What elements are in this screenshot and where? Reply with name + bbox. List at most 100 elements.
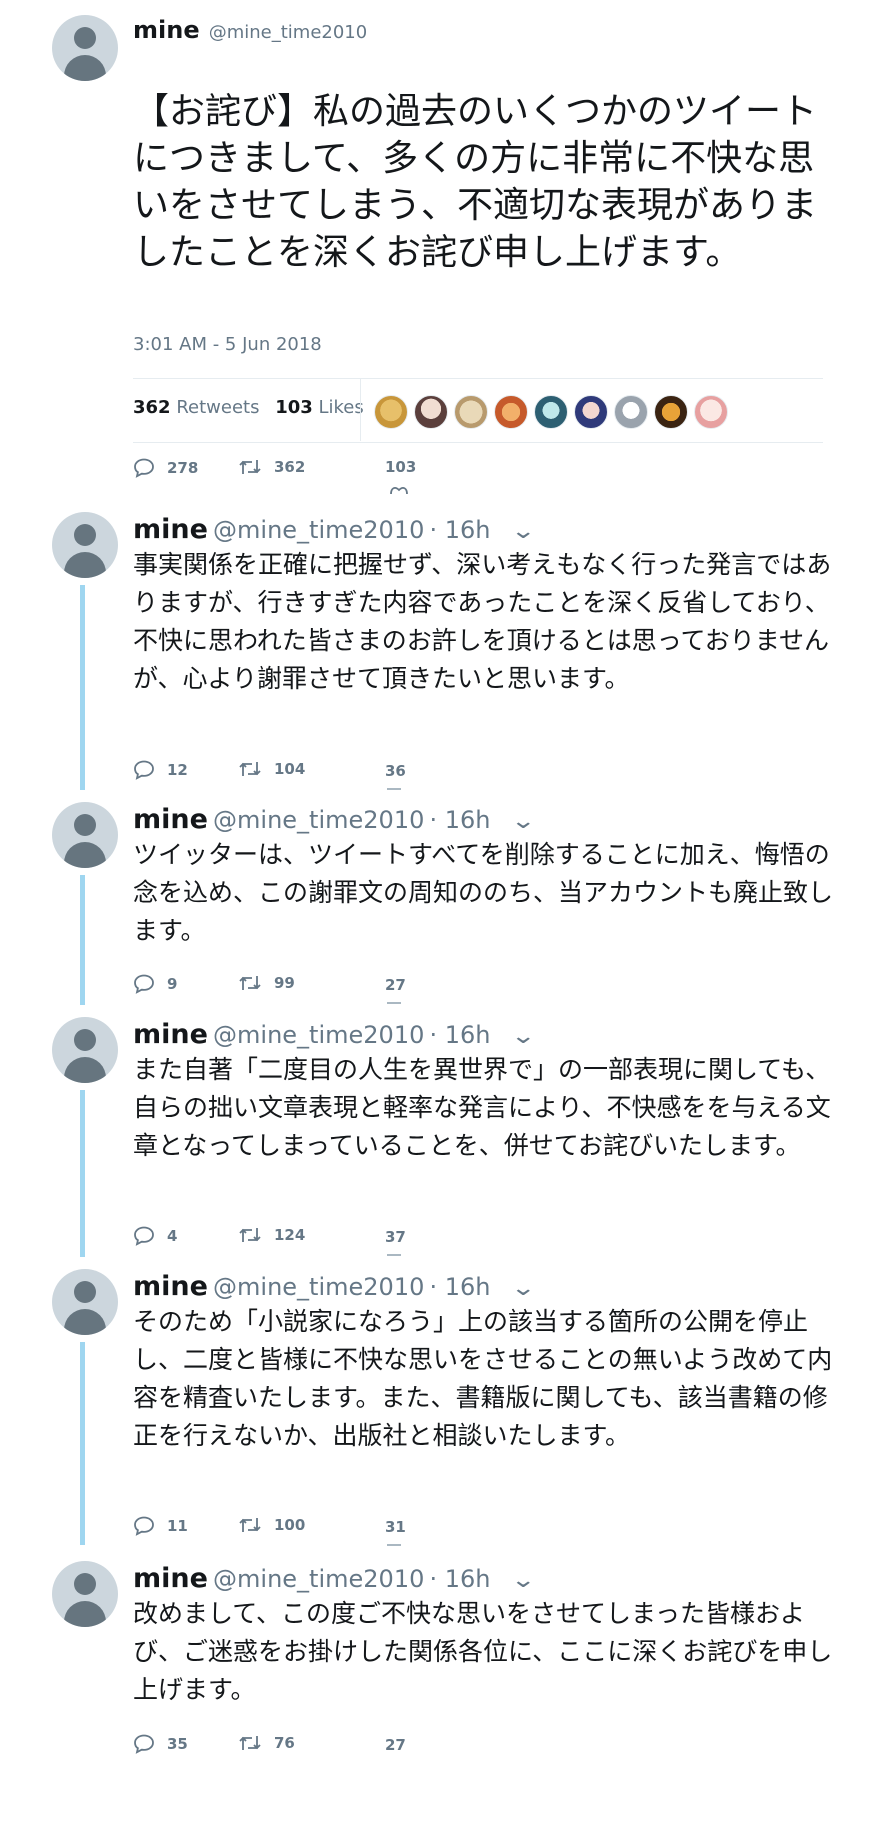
reply-icon <box>134 1734 154 1754</box>
retweet-count: 124 <box>274 1226 306 1244</box>
avatar-body <box>64 842 106 868</box>
avatar[interactable] <box>52 1017 118 1083</box>
reply-button[interactable]: 4 <box>133 1226 177 1246</box>
avatar[interactable] <box>52 1269 118 1335</box>
reply-count: 4 <box>167 1227 178 1245</box>
like-count[interactable]: 27 <box>385 976 406 994</box>
retweet-icon <box>239 976 261 990</box>
tweet-text: 事実関係を正確に把握せず、深い考えもなく行った発言ではありますが、行きすぎた内容… <box>133 550 832 693</box>
avatar[interactable] <box>52 512 118 578</box>
retweet-button[interactable]: 104 <box>238 760 305 778</box>
avatar[interactable] <box>52 802 118 868</box>
liker-avatar[interactable] <box>574 395 608 429</box>
tweet-stats: 362 Retweets 103 Likes <box>133 397 364 418</box>
tweet-header: mine @mine_time2010 · 16h ⌄ <box>133 804 536 835</box>
reply-button[interactable]: 12 <box>133 760 188 780</box>
liker-avatar[interactable] <box>534 395 568 429</box>
thread-line <box>80 585 85 790</box>
chevron-down-icon[interactable]: ⌄ <box>510 809 536 834</box>
user-handle[interactable]: @mine_time2010 <box>213 516 424 544</box>
retweets-stat[interactable]: 362 Retweets <box>133 397 265 418</box>
reply-icon <box>134 1226 154 1246</box>
display-name[interactable]: mine <box>133 1271 208 1302</box>
avatar-body <box>64 552 106 578</box>
retweet-count: 104 <box>274 760 306 778</box>
likes-stat[interactable]: 103 Likes <box>275 397 364 418</box>
liker-avatar[interactable] <box>654 395 688 429</box>
tweet-timestamp[interactable]: 3:01 AM - 5 Jun 2018 <box>133 334 322 355</box>
heart-icon[interactable] <box>387 788 401 793</box>
chevron-down-icon[interactable]: ⌄ <box>510 519 536 544</box>
retweet-count: 76 <box>274 1734 295 1752</box>
chevron-down-icon[interactable]: ⌄ <box>510 1276 536 1301</box>
reply-button[interactable]: 35 <box>133 1734 188 1754</box>
retweet-icon <box>239 762 261 776</box>
avatar[interactable] <box>52 1561 118 1627</box>
user-handle[interactable]: @mine_time2010 <box>213 806 424 834</box>
avatar[interactable] <box>52 15 118 81</box>
retweet-icon <box>239 460 261 474</box>
like-count[interactable]: 31 <box>385 1518 406 1536</box>
like-count[interactable]: 27 <box>385 1736 406 1754</box>
avatar-head <box>74 27 96 49</box>
tweet-time[interactable]: · 16h <box>429 516 490 544</box>
thread-line <box>80 1090 85 1257</box>
reply-button[interactable]: 278 <box>133 458 198 478</box>
like-count[interactable]: 37 <box>385 1228 406 1246</box>
likes-stat-label: Likes <box>318 397 364 418</box>
like-count[interactable]: 36 <box>385 762 406 780</box>
heart-icon[interactable] <box>387 1254 401 1259</box>
reply-count: 11 <box>167 1517 188 1535</box>
user-handle[interactable]: @mine_time2010 <box>213 1021 424 1049</box>
display-name[interactable]: mine <box>133 16 200 44</box>
retweet-button[interactable]: 362 <box>238 458 305 476</box>
liker-avatar[interactable] <box>494 395 528 429</box>
display-name[interactable]: mine <box>133 514 208 545</box>
display-name[interactable]: mine <box>133 1563 208 1594</box>
tweet-time[interactable]: · 16h <box>429 1021 490 1049</box>
retweet-icon <box>239 1518 261 1532</box>
tweet-time[interactable]: · 16h <box>429 1273 490 1301</box>
chevron-down-icon[interactable]: ⌄ <box>510 1568 536 1593</box>
heart-icon[interactable] <box>389 484 409 494</box>
retweet-button[interactable]: 99 <box>238 974 295 992</box>
user-handle[interactable]: @mine_time2010 <box>213 1273 424 1301</box>
liker-avatar[interactable] <box>454 395 488 429</box>
like-count[interactable]: 103 <box>385 458 416 476</box>
user-handle[interactable]: @mine_time2010 <box>209 22 368 43</box>
user-handle[interactable]: @mine_time2010 <box>213 1565 424 1593</box>
reply-icon <box>134 1516 154 1536</box>
display-name[interactable]: mine <box>133 1019 208 1050</box>
reply-count: 35 <box>167 1735 188 1753</box>
likes-stat-count: 103 <box>275 397 313 418</box>
avatar-body <box>64 1309 106 1335</box>
avatar-head <box>74 1281 96 1303</box>
retweet-button[interactable]: 76 <box>238 1734 295 1752</box>
retweet-button[interactable]: 124 <box>238 1226 305 1244</box>
retweet-button[interactable]: 100 <box>238 1516 305 1534</box>
avatar-body <box>64 1601 106 1627</box>
retweets-stat-count: 362 <box>133 397 171 418</box>
liker-avatar[interactable] <box>614 395 648 429</box>
reply-button[interactable]: 9 <box>133 974 177 994</box>
chevron-down-icon[interactable]: ⌄ <box>510 1024 536 1049</box>
heart-icon[interactable] <box>387 1544 401 1549</box>
liker-avatar[interactable] <box>414 395 448 429</box>
heart-icon[interactable] <box>387 1002 401 1007</box>
reply-icon <box>134 760 154 780</box>
tweet-text: ツイッターは、ツイートすべてを削除することに加え、悔悟の念を込め、この謝罪文の周… <box>133 840 834 945</box>
tweet-time[interactable]: · 16h <box>429 806 490 834</box>
retweet-count: 99 <box>274 974 295 992</box>
reply-button[interactable]: 11 <box>133 1516 188 1536</box>
thread-line <box>80 875 85 1005</box>
tweet-time[interactable]: · 16h <box>429 1565 490 1593</box>
reply-icon <box>134 974 154 994</box>
liker-avatar[interactable] <box>694 395 728 429</box>
liker-avatar[interactable] <box>374 395 408 429</box>
retweets-stat-label: Retweets <box>176 397 260 418</box>
thread-line <box>80 1342 85 1545</box>
display-name[interactable]: mine <box>133 804 208 835</box>
retweet-count: 362 <box>274 458 306 476</box>
avatar-body <box>64 55 106 81</box>
avatar-head <box>74 524 96 546</box>
